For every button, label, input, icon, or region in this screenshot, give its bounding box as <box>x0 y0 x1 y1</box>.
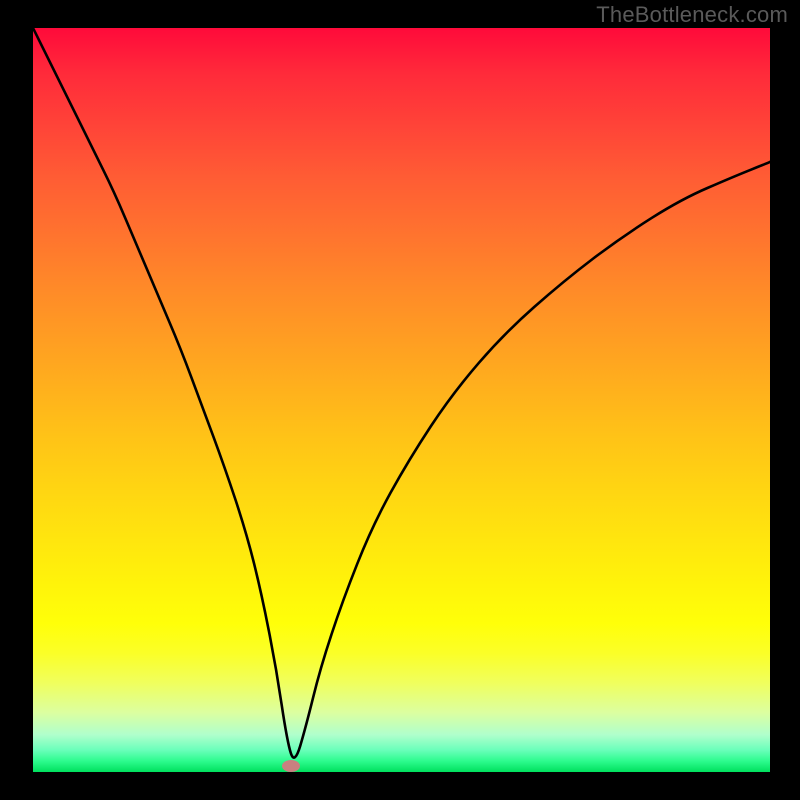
chart-plot-area <box>33 28 770 772</box>
bottleneck-curve-path <box>33 28 770 758</box>
optimal-point-marker <box>282 760 300 772</box>
chart-curve <box>33 28 770 772</box>
watermark-text: TheBottleneck.com <box>596 2 788 28</box>
